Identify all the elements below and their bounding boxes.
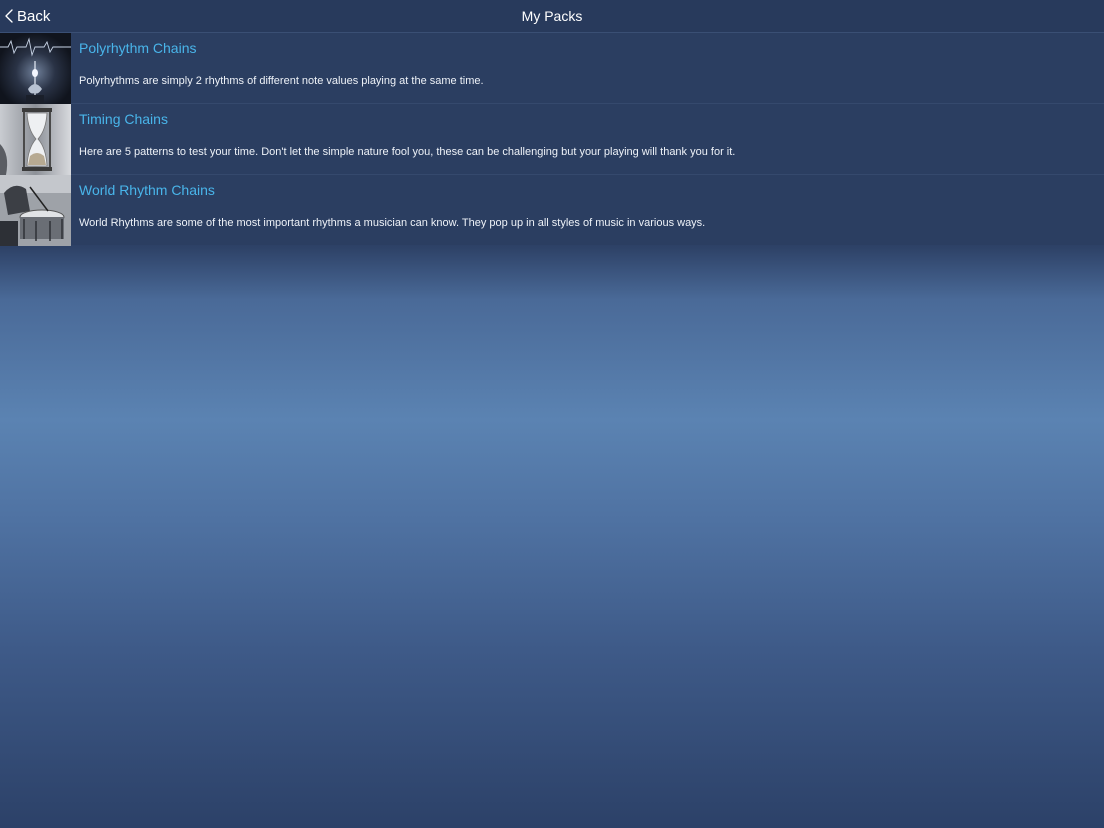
packs-list: Polyrhythm Chains Polyrhythms are simply… (0, 33, 1104, 246)
pack-title: Polyrhythm Chains (79, 40, 197, 56)
pack-description: Polyrhythms are simply 2 rhythms of diff… (79, 75, 484, 87)
drummer-image (0, 175, 71, 246)
metronome-heartbeat-image (0, 33, 71, 104)
page-title: My Packs (521, 8, 583, 24)
list-item[interactable]: Timing Chains Here are 5 patterns to tes… (0, 104, 1104, 175)
hourglass-image (0, 104, 71, 175)
list-item[interactable]: Polyrhythm Chains Polyrhythms are simply… (0, 33, 1104, 104)
pack-title: Timing Chains (79, 111, 168, 127)
list-item[interactable]: World Rhythm Chains World Rhythms are so… (0, 175, 1104, 246)
navigation-bar: Back My Packs (0, 0, 1104, 33)
pack-description: Here are 5 patterns to test your time. D… (79, 146, 736, 158)
pack-description: World Rhythms are some of the most impor… (79, 217, 706, 229)
pack-title: World Rhythm Chains (79, 182, 215, 198)
